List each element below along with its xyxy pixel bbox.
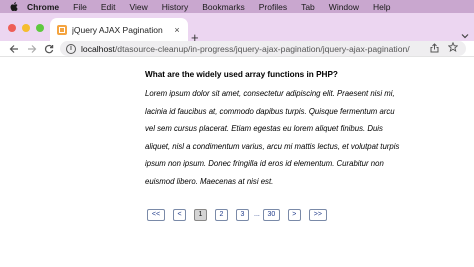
article-line: aliquet, nisl a condimentum varius, arcu… (145, 141, 400, 151)
next-page-button[interactable]: > (287, 208, 301, 221)
menu-edit[interactable]: Edit (101, 2, 116, 12)
article-line: euismod libero. Maecenas at nisi est. (145, 176, 274, 186)
menu-bookmarks[interactable]: Bookmarks (202, 2, 245, 12)
article-title: What are the widely used array functions… (145, 70, 338, 79)
menu-file[interactable]: File (73, 2, 87, 12)
favicon-icon (57, 24, 67, 35)
page-button-current[interactable]: 1 (194, 208, 207, 221)
browser-tab[interactable]: jQuery AJAX Pagination × (50, 18, 188, 41)
tab-title: jQuery AJAX Pagination (72, 24, 163, 35)
page-button[interactable]: 3 (236, 208, 249, 221)
window-controls (8, 24, 44, 32)
menu-view[interactable]: View (129, 2, 147, 12)
page-button-last-number[interactable]: 30 (262, 208, 280, 221)
tab-strip: jQuery AJAX Pagination × + (0, 13, 474, 44)
article-line: Lorem ipsum dolor sit amet, consectetur … (145, 89, 395, 98)
site-info-icon[interactable]: i (66, 43, 76, 54)
url-path: /dtasource-cleanup/in-progress/jquery-aj… (114, 43, 410, 54)
url-host: localhost (81, 43, 115, 54)
menu-profiles[interactable]: Profiles (259, 2, 287, 12)
menu-chrome[interactable]: Chrome (27, 2, 59, 12)
article-line: vel sem cursus placerat. Etiam egestas e… (145, 124, 383, 134)
previous-page-button[interactable]: < (173, 208, 186, 221)
article: What are the widely used array functions… (145, 70, 400, 191)
apple-icon[interactable] (9, 2, 18, 11)
tab-close-button[interactable]: × (171, 25, 183, 35)
back-arrow-icon[interactable] (9, 41, 19, 57)
last-page-button[interactable]: >> (308, 208, 327, 221)
forward-arrow-icon[interactable] (27, 41, 37, 57)
article-line: ipsum non ipsum. Donec fringilla id eros… (145, 159, 384, 169)
first-page-button[interactable]: << (147, 208, 165, 221)
article-body: Lorem ipsum dolor sit amet, consectetur … (145, 85, 400, 191)
zoom-window-button[interactable] (36, 24, 44, 32)
bookmark-star-icon[interactable] (447, 41, 459, 55)
menu-window[interactable]: Window (329, 2, 359, 12)
pagination-ellipsis: ... (254, 211, 260, 218)
menu-history[interactable]: History (162, 2, 188, 12)
tab-search-chevron-icon[interactable] (461, 32, 469, 41)
menu-help[interactable]: Help (373, 2, 390, 12)
pagination: << < 1 2 3 ... 30 > >> (147, 208, 335, 221)
close-window-button[interactable] (8, 24, 16, 32)
page-button[interactable]: 2 (215, 208, 228, 221)
address-bar[interactable]: i localhost/dtasource-cleanup/in-progres… (60, 41, 466, 56)
article-line: lacinia id faucibus at, commodo dapibus … (145, 106, 395, 116)
browser-toolbar: i localhost/dtasource-cleanup/in-progres… (0, 41, 474, 57)
url-text[interactable]: localhost/dtasource-cleanup/in-progress/… (81, 44, 430, 54)
share-icon[interactable] (430, 42, 440, 55)
minimize-window-button[interactable] (22, 24, 30, 32)
macos-menu-bar: Chrome File Edit View History Bookmarks … (0, 0, 474, 13)
reload-icon[interactable] (44, 41, 54, 57)
menu-tab[interactable]: Tab (301, 2, 315, 12)
